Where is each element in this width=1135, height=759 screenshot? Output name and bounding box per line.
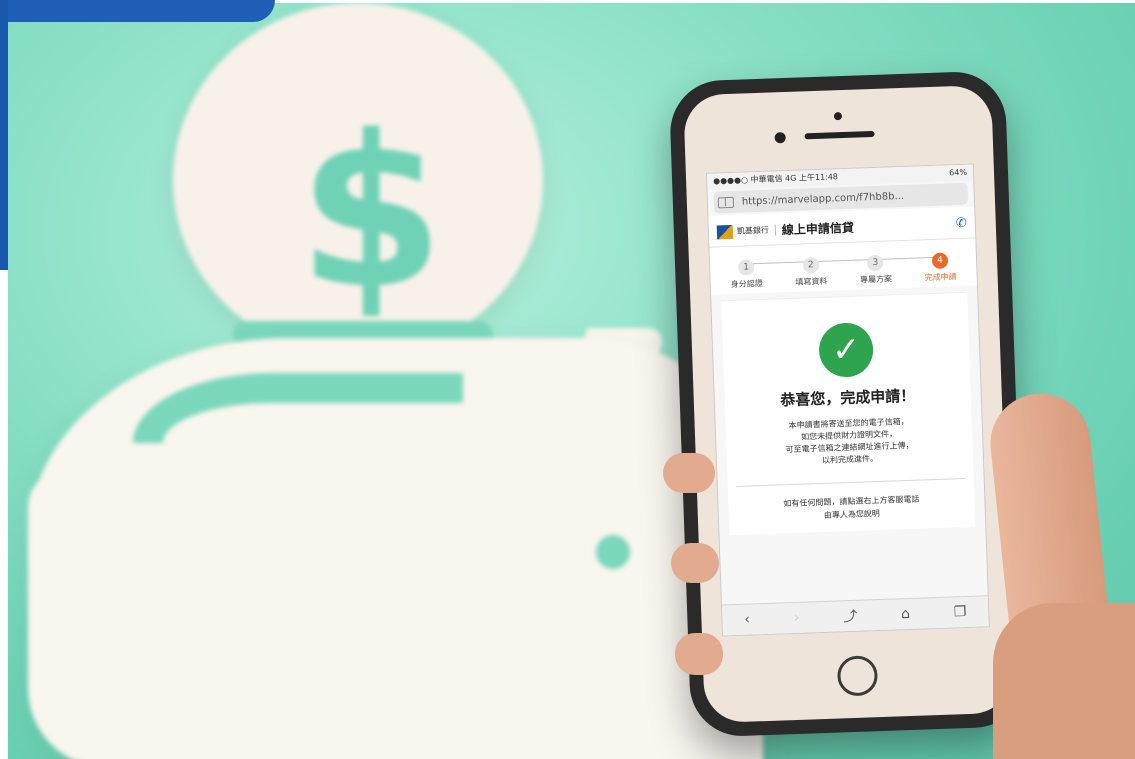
pig-eye: [596, 535, 630, 569]
page-title: 線上申請信貸: [781, 220, 855, 238]
step-label: 專屬方案: [859, 274, 893, 285]
piggy-bank-illustration: $: [8, 3, 768, 759]
step-number: 3: [867, 254, 884, 272]
bank-logo-icon: [716, 224, 734, 239]
success-title: 恭喜您，完成申請！: [780, 386, 916, 410]
check-circle-icon: ✓: [818, 322, 875, 378]
step-label: 完成申請: [924, 272, 957, 283]
home-icon[interactable]: ⌂: [901, 606, 910, 622]
forward-icon[interactable]: ›: [794, 610, 800, 626]
step-3: 3 專屬方案: [845, 249, 906, 286]
steps-row: 1 身分認證 2 填寫資料 3 專屬方案 4 完成申請: [716, 247, 971, 291]
earpiece-speaker: [804, 130, 875, 140]
tabs-icon[interactable]: ❐: [954, 604, 967, 620]
pig-snout: [28, 468, 118, 588]
bank-name: 凱基銀行: [736, 224, 777, 237]
divider: [735, 477, 966, 487]
corner-badge: [0, 0, 275, 22]
dollar-icon: $: [298, 90, 445, 335]
url-text: https://marvelapp.com/f7hb8b...: [741, 190, 905, 208]
bookmarks-icon[interactable]: [717, 196, 735, 208]
status-battery: 64%: [949, 167, 968, 178]
phone-screen: ●●●●○ 中華電信 4G 上午11:48 64% https://marvel…: [705, 163, 990, 637]
front-camera: [774, 132, 786, 144]
back-icon[interactable]: ‹: [744, 612, 750, 628]
step-label: 身分認證: [730, 278, 763, 290]
success-panel: ✓ 恭喜您，完成申請！ 本申請書將寄送至您的電子信箱， 如您未提供財力證明文件，…: [721, 291, 976, 536]
phone-front: ●●●●○ 中華電信 4G 上午11:48 64% https://marvel…: [683, 84, 1013, 724]
call-icon[interactable]: ✆: [956, 216, 967, 231]
step-number: 2: [802, 256, 820, 274]
share-icon[interactable]: ⤴: [843, 606, 858, 626]
progress-steps: 1 身分認證 2 填寫資料 3 專屬方案 4 完成申請: [709, 238, 977, 295]
smartphone: ●●●●○ 中華電信 4G 上午11:48 64% https://marvel…: [668, 70, 1028, 738]
step-4-active: 4 完成申請: [910, 247, 971, 284]
sensor-dot: [833, 112, 843, 121]
step-label: 填寫資料: [795, 276, 828, 287]
step-number: 1: [737, 259, 755, 276]
step-number: 4: [931, 252, 949, 269]
home-button[interactable]: [836, 655, 879, 697]
step-2: 2 填寫資料: [780, 251, 841, 288]
step-1: 1 身分認證: [716, 253, 777, 290]
status-carrier-time: ●●●●○ 中華電信 4G 上午11:48: [712, 172, 839, 186]
left-edge-bar: [0, 0, 8, 270]
browser-toolbar: ‹ › ⤴ ⌂ ❐: [721, 595, 989, 636]
photo-scene: $ ●●●●○ 中華電信 4G 上午11:48 64% https://marv…: [8, 3, 1135, 759]
